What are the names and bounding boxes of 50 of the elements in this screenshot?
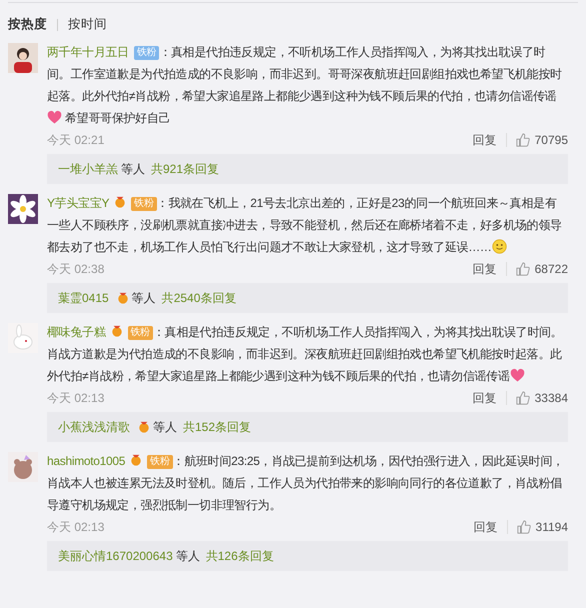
thumbs-up-icon <box>516 133 530 147</box>
fan-badge: 铁粉 <box>147 455 173 469</box>
reply-count-link[interactable]: 共152条回复 <box>183 419 252 435</box>
medal-icon <box>110 325 123 337</box>
comment-time: 今天 02:13 <box>47 518 104 536</box>
others-label: 等人 <box>132 290 156 306</box>
fan-badge: 铁粉 <box>131 197 157 211</box>
comment-text: 椰味兔子糕 铁粉 ：真相是代拍违反规定，不听机场工作人员指挥闯入，为将其找出耽误了时间。肖战方道歉是为代拍造成的不良影响，而非迟到。深夜航班赶回剧组拍戏也希望飞机能按时起落。此外代拍≠肖战粉，希望大家追星路上都能少遇到这种为钱不顾后果的代拍，也请勿信谣传谣 <box>47 324 564 385</box>
medal-icon <box>114 196 126 208</box>
comment-time: 今天 02:21 <box>47 132 104 148</box>
like-button[interactable]: 68722 <box>516 262 568 276</box>
reply-button[interactable]: 回复 <box>472 260 497 278</box>
like-button[interactable]: 31194 <box>516 520 568 534</box>
heart-icon <box>510 368 525 383</box>
user-link[interactable]: 椰味兔子糕 <box>47 325 106 339</box>
sort-tab[interactable]: 按热度 <box>8 16 47 33</box>
reply-count-link[interactable]: 共2540条回复 <box>162 290 236 306</box>
fan-badge: 铁粉 <box>134 46 160 60</box>
others-label: 等人 <box>176 548 200 564</box>
others-label: 等人 <box>153 419 177 435</box>
comment-time: 今天 02:13 <box>47 390 104 406</box>
avatar[interactable] <box>8 194 38 224</box>
reply-button[interactable]: 回复 <box>474 518 498 536</box>
others-label: 等人 <box>121 161 145 177</box>
reply-user-link[interactable]: 小蕉浅浅清歌 <box>58 419 130 435</box>
medal-icon <box>130 454 142 466</box>
heart-icon <box>47 110 62 125</box>
reply-count-link[interactable]: 共126条回复 <box>206 548 274 564</box>
thumbs-up-icon <box>516 262 530 276</box>
fan-badge: 铁粉 <box>128 326 153 340</box>
avatar[interactable] <box>8 43 38 73</box>
sort-tab[interactable]: 按时间 <box>68 16 107 33</box>
comment-text: hashimoto1005 铁粉 ：航班时间23:25，肖战已提前到达机场，因代拍强行进入，因此延误时间，肖战本人也被连累无法及时登机。随后，工作人员为代拍带来的影响向同行的各位道歉了，肖战粉倡导遵守机场规定，强烈抵制一切非理智行为。 <box>47 453 565 514</box>
like-button[interactable]: 33384 <box>516 391 568 405</box>
reply-button[interactable]: 回复 <box>472 390 497 406</box>
reply-button[interactable]: 回复 <box>472 132 497 148</box>
thumbs-up-icon <box>516 391 530 405</box>
user-link[interactable]: hashimoto1005 <box>47 454 126 468</box>
reply-user-link[interactable]: 美丽心情1670200643 <box>58 548 173 564</box>
thumbs-up-icon <box>516 520 531 534</box>
comment-time: 今天 02:38 <box>47 260 104 278</box>
user-link[interactable]: 两千年十月五日 <box>47 45 129 59</box>
reply-user-link[interactable]: 葉霊0415 <box>58 290 109 306</box>
reply-count-link[interactable]: 共921条回复 <box>151 161 220 177</box>
like-button[interactable]: 70795 <box>516 133 568 147</box>
smiley-icon <box>492 239 507 254</box>
comment-text: Y芋头宝宝Y 铁粉 ：我就在飞机上，21号去北京出差的，正好是23的同一个航班回来～真相是有一些人不顾秩序，没刷机票就直接冲进去，导致不能登机，然后还在廊桥堵着不走，好多机场的领导都去劝了也不走，机场工作人员怕飞行出问题才不敢让大家登机，这才导致了延误…… <box>47 195 563 256</box>
reply-user-link[interactable]: 一堆小羊羔 <box>58 161 118 177</box>
user-link[interactable]: Y芋头宝宝Y <box>47 196 110 210</box>
comment-text: 两千年十月五日 铁粉 ：真相是代拍违反规定，不听机场工作人员指挥闯入，为将其找出耽误了时间。工作室道歉是为代拍造成的不良影响，而非迟到。哥哥深夜航班赶回剧组拍戏也希望飞机能按时起落。此外代拍≠肖战粉，希望大家追星路上都能少遇到这种为钱不顾后果的代拍，也请勿信谣传谣 希望哥哥保护好自己 <box>47 44 563 127</box>
